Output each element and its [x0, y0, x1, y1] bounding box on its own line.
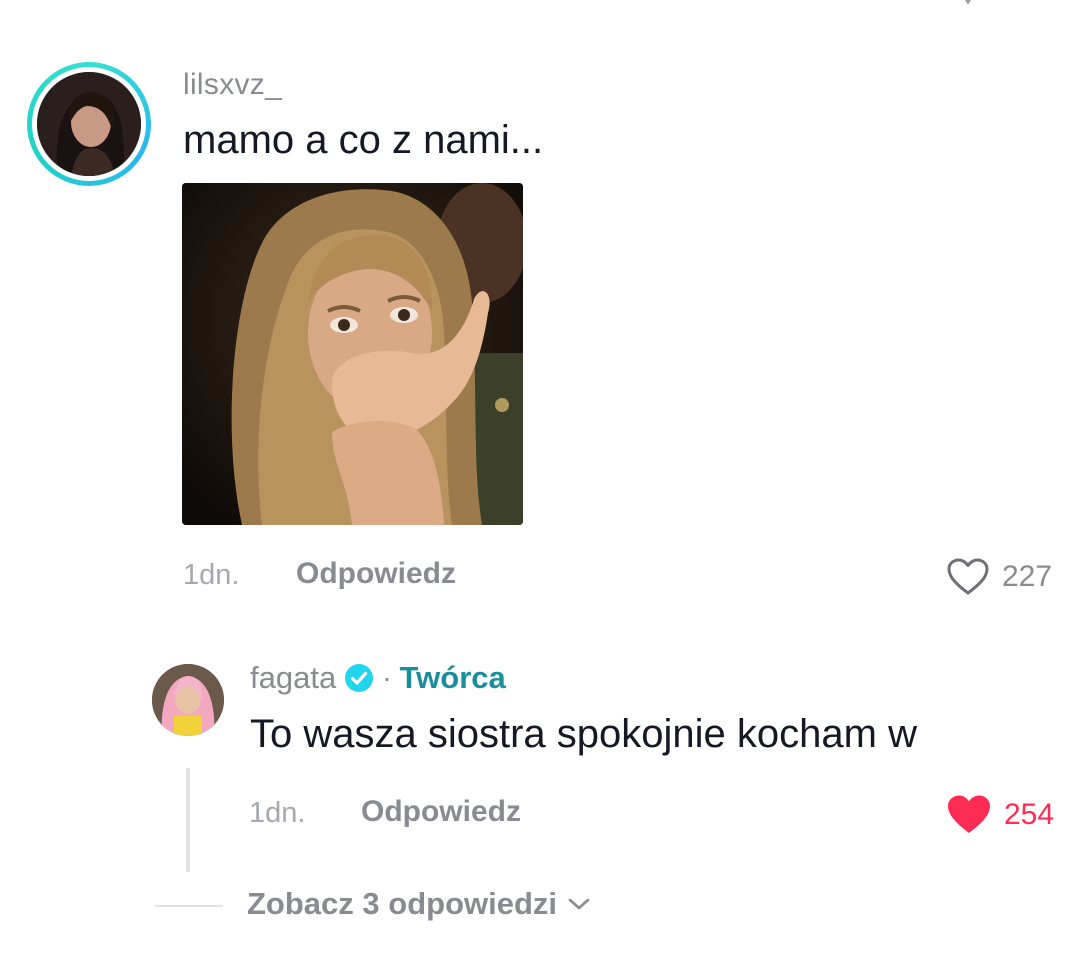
reply-like-button[interactable]: 254 — [946, 794, 1054, 836]
reply-text: To wasza siostra spokojnie kocham w — [250, 712, 917, 756]
avatar-image — [37, 72, 141, 176]
verified-badge-icon — [345, 664, 374, 692]
like-count: 227 — [1002, 560, 1053, 593]
replies-divider — [155, 905, 223, 907]
separator-dot: · — [382, 662, 392, 693]
heart-outline-icon — [947, 558, 989, 595]
chevron-down-icon — [568, 898, 590, 910]
like-button[interactable]: 227 — [946, 557, 1052, 597]
comment-gif[interactable] — [182, 183, 523, 525]
partial-top-icon — [965, 0, 971, 4]
reply-reply-button[interactable]: Odpowiedz — [361, 795, 521, 829]
reply-avatar-image — [152, 664, 224, 736]
view-replies-label: Zobacz 3 odpowiedzi — [247, 886, 558, 921]
reply-button[interactable]: Odpowiedz — [296, 557, 456, 591]
avatar-story-ring[interactable] — [27, 62, 151, 186]
comment-username[interactable]: lilsxvz_ — [183, 68, 282, 102]
reply-like-count: 254 — [1004, 798, 1055, 831]
reply-author-line: fagata · Twórca — [250, 660, 506, 696]
avatar[interactable] — [37, 72, 141, 176]
reply-avatar[interactable] — [152, 664, 224, 736]
comment-timestamp: 1dn. — [183, 559, 240, 591]
thread-line — [186, 768, 190, 872]
gif-image — [182, 183, 523, 525]
view-replies-button[interactable]: Zobacz 3 odpowiedzi — [247, 886, 591, 922]
reply-username[interactable]: fagata — [250, 660, 336, 696]
heart-filled-icon — [948, 795, 990, 833]
comments-screen: lilsxvz_ mamo a co z nami... 1dn. Odpowi… — [0, 0, 1080, 960]
reply-timestamp: 1dn. — [249, 797, 306, 829]
creator-label: Twórca — [399, 660, 506, 695]
comment-text: mamo a co z nami... — [183, 118, 544, 162]
